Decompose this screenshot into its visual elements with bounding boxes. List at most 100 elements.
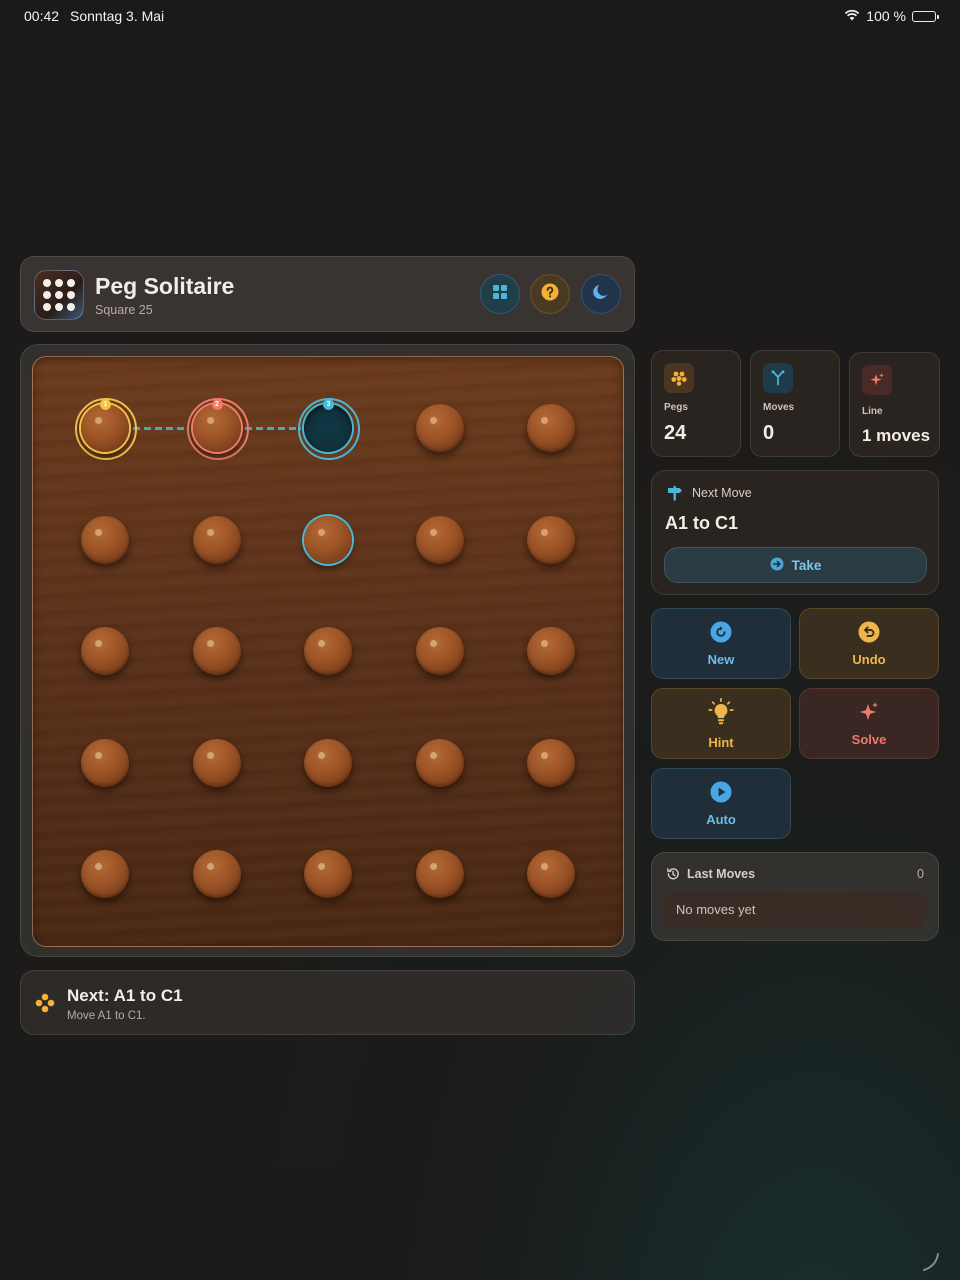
- auto-play-button[interactable]: Auto: [651, 768, 791, 839]
- page-title: Peg Solitaire: [95, 273, 235, 299]
- app-header: Peg Solitaire Square 25: [20, 256, 635, 332]
- board-hole-e1[interactable]: [522, 399, 580, 457]
- take-button-label: Take: [791, 557, 822, 573]
- peg[interactable]: [192, 627, 241, 675]
- board-hole-a1[interactable]: 1: [75, 398, 137, 460]
- history-icon: [666, 867, 680, 886]
- peg[interactable]: [415, 738, 464, 787]
- peg[interactable]: [192, 738, 241, 787]
- peg[interactable]: [415, 515, 464, 564]
- peg[interactable]: [527, 850, 575, 898]
- stat-value: 1 moves: [862, 426, 931, 445]
- peg[interactable]: [415, 627, 464, 675]
- peg[interactable]: [81, 404, 129, 452]
- board-hole-b5[interactable]: [188, 845, 246, 903]
- hint-button[interactable]: Hint: [651, 688, 791, 759]
- undo-icon: [858, 621, 880, 646]
- board-hole-b2[interactable]: [188, 511, 246, 569]
- board-hole-d1[interactable]: [411, 399, 469, 457]
- board-hole-b4[interactable]: [188, 734, 246, 792]
- board-hole-d2[interactable]: [411, 511, 469, 569]
- take-button[interactable]: Take: [664, 547, 927, 583]
- help-button[interactable]: [530, 274, 570, 314]
- peg-cluster-icon: [664, 363, 694, 393]
- peg[interactable]: [304, 850, 352, 898]
- solve-button[interactable]: Solve: [799, 688, 939, 759]
- grid-layout-icon: [492, 284, 508, 305]
- stat-line: Line 1 moves: [849, 352, 940, 457]
- board-hole-d4[interactable]: [411, 734, 469, 792]
- board-hole-a2[interactable]: [76, 511, 134, 569]
- peg[interactable]: [81, 627, 129, 675]
- board-hole-d3[interactable]: [411, 622, 469, 680]
- board-hole-e2[interactable]: [522, 511, 580, 569]
- board-hole-e3[interactable]: [522, 622, 580, 680]
- new-button-label: New: [707, 651, 735, 667]
- board-hole-d5[interactable]: [411, 845, 469, 903]
- board-hole-e5[interactable]: [522, 845, 580, 903]
- theme-toggle-button[interactable]: [581, 274, 621, 314]
- auto-button-label: Auto: [706, 811, 736, 827]
- peg[interactable]: [192, 850, 241, 898]
- board-select-button[interactable]: [480, 274, 520, 314]
- status-right: 100 %: [844, 8, 939, 24]
- peg[interactable]: [304, 738, 352, 787]
- wifi-icon: [844, 8, 860, 24]
- game-board: 1 2 3: [32, 356, 624, 947]
- peg[interactable]: [527, 515, 575, 564]
- help-icon: [541, 283, 559, 306]
- board-frame: 1 2 3: [20, 344, 635, 957]
- solve-button-label: Solve: [851, 731, 887, 747]
- status-bar: 00:42 Sonntag 3. Mai 100 %: [0, 0, 960, 32]
- peg[interactable]: [415, 850, 464, 898]
- board-hole-e4[interactable]: [522, 734, 580, 792]
- board-hole-a5[interactable]: [76, 845, 134, 903]
- next-move-banner: Next: A1 to C1 Move A1 to C1.: [20, 970, 635, 1035]
- banner-description: Move A1 to C1.: [67, 1010, 146, 1022]
- hint-button-label: Hint: [708, 734, 734, 750]
- board-hole-b1[interactable]: 2: [186, 398, 249, 460]
- empty-hole[interactable]: [304, 404, 352, 452]
- board-hole-c1[interactable]: 3: [298, 398, 360, 460]
- banner-title: Next: A1 to C1: [67, 986, 183, 1005]
- board-hole-a3[interactable]: [76, 622, 134, 680]
- next-move-card: Next Move A1 to C1 Take: [651, 470, 939, 595]
- stat-label: Moves: [763, 402, 795, 413]
- move-step-badge: 3: [323, 399, 334, 410]
- peg[interactable]: [81, 515, 129, 564]
- lightbulb-icon: [708, 697, 734, 729]
- board-hole-b3[interactable]: [188, 622, 246, 680]
- status-time: 00:42: [24, 8, 60, 24]
- peg[interactable]: [192, 404, 241, 452]
- peg[interactable]: [415, 404, 464, 452]
- peg[interactable]: [304, 515, 352, 564]
- last-moves-empty: No moves yet: [664, 892, 926, 928]
- new-game-button[interactable]: New: [651, 608, 791, 679]
- stat-pegs: Pegs 24: [651, 350, 741, 457]
- peg[interactable]: [527, 404, 575, 452]
- stat-label: Line: [862, 406, 883, 417]
- peg[interactable]: [81, 738, 129, 787]
- board-hole-a4[interactable]: [76, 734, 134, 792]
- signpost-icon: [666, 485, 684, 506]
- play-circle-icon: [710, 781, 732, 806]
- peg[interactable]: [527, 738, 575, 787]
- sparkle-icon: [862, 365, 892, 395]
- board-hole-c3[interactable]: [299, 622, 357, 680]
- peg[interactable]: [304, 627, 352, 675]
- arrow-right-circle-icon: [770, 557, 784, 574]
- peg[interactable]: [192, 515, 241, 564]
- last-moves-panel: Last Moves 0 No moves yet: [651, 852, 939, 941]
- peg-cluster-icon: [35, 993, 55, 1018]
- board-hole-c5[interactable]: [299, 845, 357, 903]
- undo-button[interactable]: Undo: [799, 608, 939, 679]
- board-hole-c4[interactable]: [299, 734, 357, 792]
- battery-icon: [912, 10, 939, 22]
- next-move-label: Next Move: [692, 486, 752, 500]
- peg[interactable]: [527, 627, 575, 675]
- peg[interactable]: [81, 850, 129, 898]
- board-hole-c2[interactable]: [299, 511, 357, 569]
- move-path-line: [245, 427, 301, 430]
- undo-button-label: Undo: [852, 651, 886, 667]
- stat-moves: Moves 0: [750, 350, 840, 457]
